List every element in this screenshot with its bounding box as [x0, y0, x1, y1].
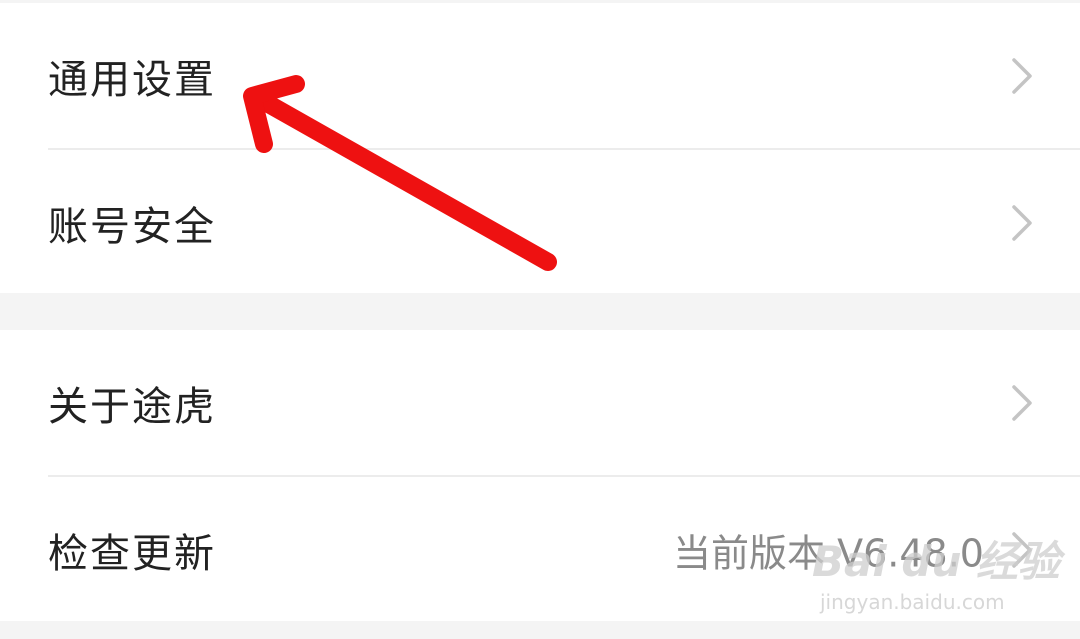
- baidu-watermark: Bai du 经验 jingyan.baidu.com: [812, 520, 1060, 620]
- row-label-account-security: 账号安全: [48, 203, 216, 250]
- row-label-general: 通用设置: [48, 56, 216, 103]
- chevron-right-icon: [1012, 204, 1032, 241]
- chevron-right-icon: [1012, 57, 1032, 94]
- settings-screen: 通用设置 账号安全 关于途虎 检查更新 当前版本 V6.48.0 Bai du …: [0, 0, 1080, 639]
- settings-row-general[interactable]: 通用设置: [0, 3, 1080, 148]
- watermark-sub-text: jingyan.baidu.com: [820, 590, 1005, 614]
- chevron-right-icon: [1012, 384, 1032, 421]
- settings-row-about[interactable]: 关于途虎: [0, 330, 1080, 475]
- settings-row-account-security[interactable]: 账号安全: [0, 150, 1080, 295]
- settings-group-account: 通用设置 账号安全: [0, 3, 1080, 293]
- watermark-main-text: Bai du 经验: [812, 537, 1060, 586]
- row-label-about: 关于途虎: [48, 383, 216, 430]
- row-label-check-update: 检查更新: [48, 530, 216, 577]
